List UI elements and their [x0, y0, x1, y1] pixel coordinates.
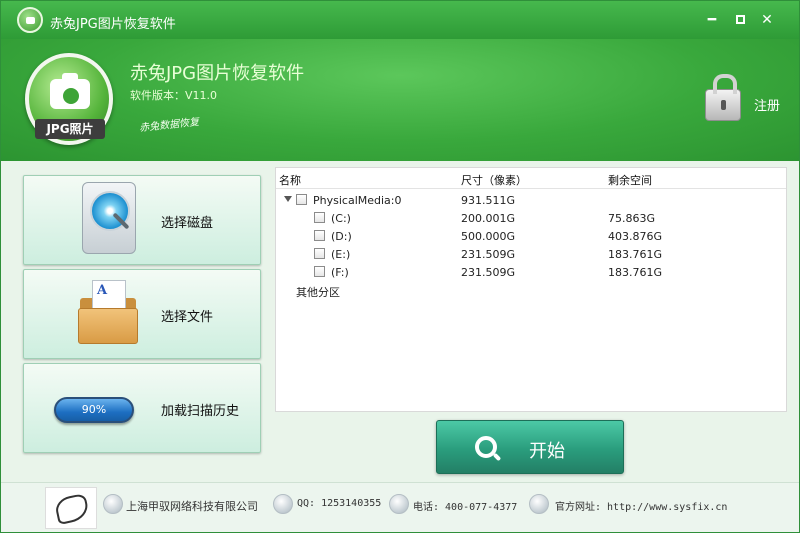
footer: 上海甲驭网络科技有限公司 QQ: 1253140355 电话: 400-077-…: [1, 482, 799, 532]
checkbox-root[interactable]: [296, 194, 307, 205]
close-button[interactable]: ✕: [758, 12, 776, 28]
minimize-button[interactable]: ━: [703, 12, 721, 28]
column-header-size[interactable]: 尺寸（像素）: [461, 172, 527, 188]
select-file-button[interactable]: A 选择文件: [23, 269, 261, 359]
load-scan-history-button[interactable]: 90% 加载扫描历史: [23, 363, 261, 453]
globe-icon: [529, 494, 549, 514]
list-item[interactable]: (D:) 500.000G 403.876G: [276, 228, 786, 246]
column-header-name[interactable]: 名称: [279, 172, 301, 188]
app-name: 赤兔JPG图片恢复软件: [130, 63, 305, 84]
column-header-free[interactable]: 剩余空间: [608, 172, 652, 188]
start-button[interactable]: 开始: [436, 420, 624, 474]
partition-name: (F:): [331, 266, 349, 279]
list-item-root[interactable]: PhysicalMedia:0 931.511G: [276, 192, 786, 210]
lock-icon[interactable]: [705, 74, 741, 121]
partition-name: (C:): [331, 212, 351, 225]
list-item[interactable]: (F:) 231.509G 183.761G: [276, 264, 786, 282]
select-disk-button[interactable]: 选择磁盘: [23, 175, 261, 265]
partition-name: (D:): [331, 230, 352, 243]
qq-number: QQ: 1253140355: [297, 498, 382, 509]
company-icon: [103, 494, 123, 514]
qq-icon: [273, 494, 293, 514]
camera-icon: [50, 79, 90, 109]
jpg-photo-logo: JPG照片: [25, 53, 113, 145]
select-disk-label: 选择磁盘: [161, 216, 214, 231]
company-name: 上海甲驭网络科技有限公司: [126, 500, 258, 513]
load-scan-history-label: 加载扫描历史: [161, 404, 240, 419]
partition-free: 183.761G: [608, 248, 663, 261]
list-item[interactable]: (C:) 200.001G 75.863G: [276, 210, 786, 228]
partition-free: 183.761G: [608, 266, 663, 279]
checkbox-e[interactable]: [314, 248, 325, 259]
maximize-icon: [735, 15, 745, 24]
start-label: 开始: [529, 441, 565, 462]
version-text: 软件版本：V11.0: [130, 89, 218, 102]
partition-size: 500.000G: [461, 230, 516, 243]
partition-size: 231.509G: [461, 266, 516, 279]
other-partitions: 其他分区: [296, 286, 340, 299]
phone-icon: [389, 494, 409, 514]
partition-free: 403.876G: [608, 230, 663, 243]
progress-pill-icon: 90%: [54, 397, 134, 423]
logo-label: JPG照片: [35, 119, 105, 139]
checkbox-d[interactable]: [314, 230, 325, 241]
select-file-label: 选择文件: [161, 310, 214, 325]
horse-logo-icon: [45, 487, 97, 529]
folder-icon: A: [78, 280, 138, 344]
header-divider: [276, 188, 786, 189]
root-size: 931.511G: [461, 194, 516, 207]
list-item[interactable]: (E:) 231.509G 183.761G: [276, 246, 786, 264]
disk-list[interactable]: 名称 尺寸（像素） 剩余空间 PhysicalMedia:0 931.511G …: [275, 167, 787, 412]
website-link[interactable]: 官方网址: http://www.sysfix.cn: [555, 498, 727, 513]
register-link[interactable]: 注册: [754, 95, 780, 114]
expand-collapse-icon[interactable]: [284, 196, 292, 202]
hard-disk-icon: [82, 182, 136, 254]
checkbox-f[interactable]: [314, 266, 325, 277]
partition-size: 231.509G: [461, 248, 516, 261]
folder-front: [78, 308, 138, 344]
checkbox-c[interactable]: [314, 212, 325, 223]
search-icon: [475, 436, 497, 458]
partition-free: 75.863G: [608, 212, 656, 225]
window-title: 赤兔JPG图片恢复软件: [50, 17, 176, 32]
app-window: 赤兔JPG图片恢复软件 ━ ✕ JPG照片 赤兔JPG图片恢复软件 软件版本：V…: [0, 0, 800, 533]
maximize-button[interactable]: [731, 12, 749, 28]
signature-tagline: 赤兔数据恢复: [138, 116, 200, 135]
header-banner: JPG照片 赤兔JPG图片恢复软件 软件版本：V11.0 赤兔数据恢复 注册: [1, 39, 799, 161]
partition-size: 200.001G: [461, 212, 516, 225]
sidebar: 选择磁盘 A 选择文件 90% 加载扫描历史: [15, 167, 269, 482]
app-logo-icon: [17, 7, 43, 33]
document-letter: A: [97, 283, 108, 298]
partition-name: (E:): [331, 248, 351, 261]
list-item-other[interactable]: 其他分区: [276, 282, 786, 300]
title-bar[interactable]: 赤兔JPG图片恢复软件 ━ ✕: [1, 1, 799, 39]
root-name: PhysicalMedia:0: [313, 194, 402, 207]
phone-number: 电话: 400-077-4377: [413, 502, 518, 513]
